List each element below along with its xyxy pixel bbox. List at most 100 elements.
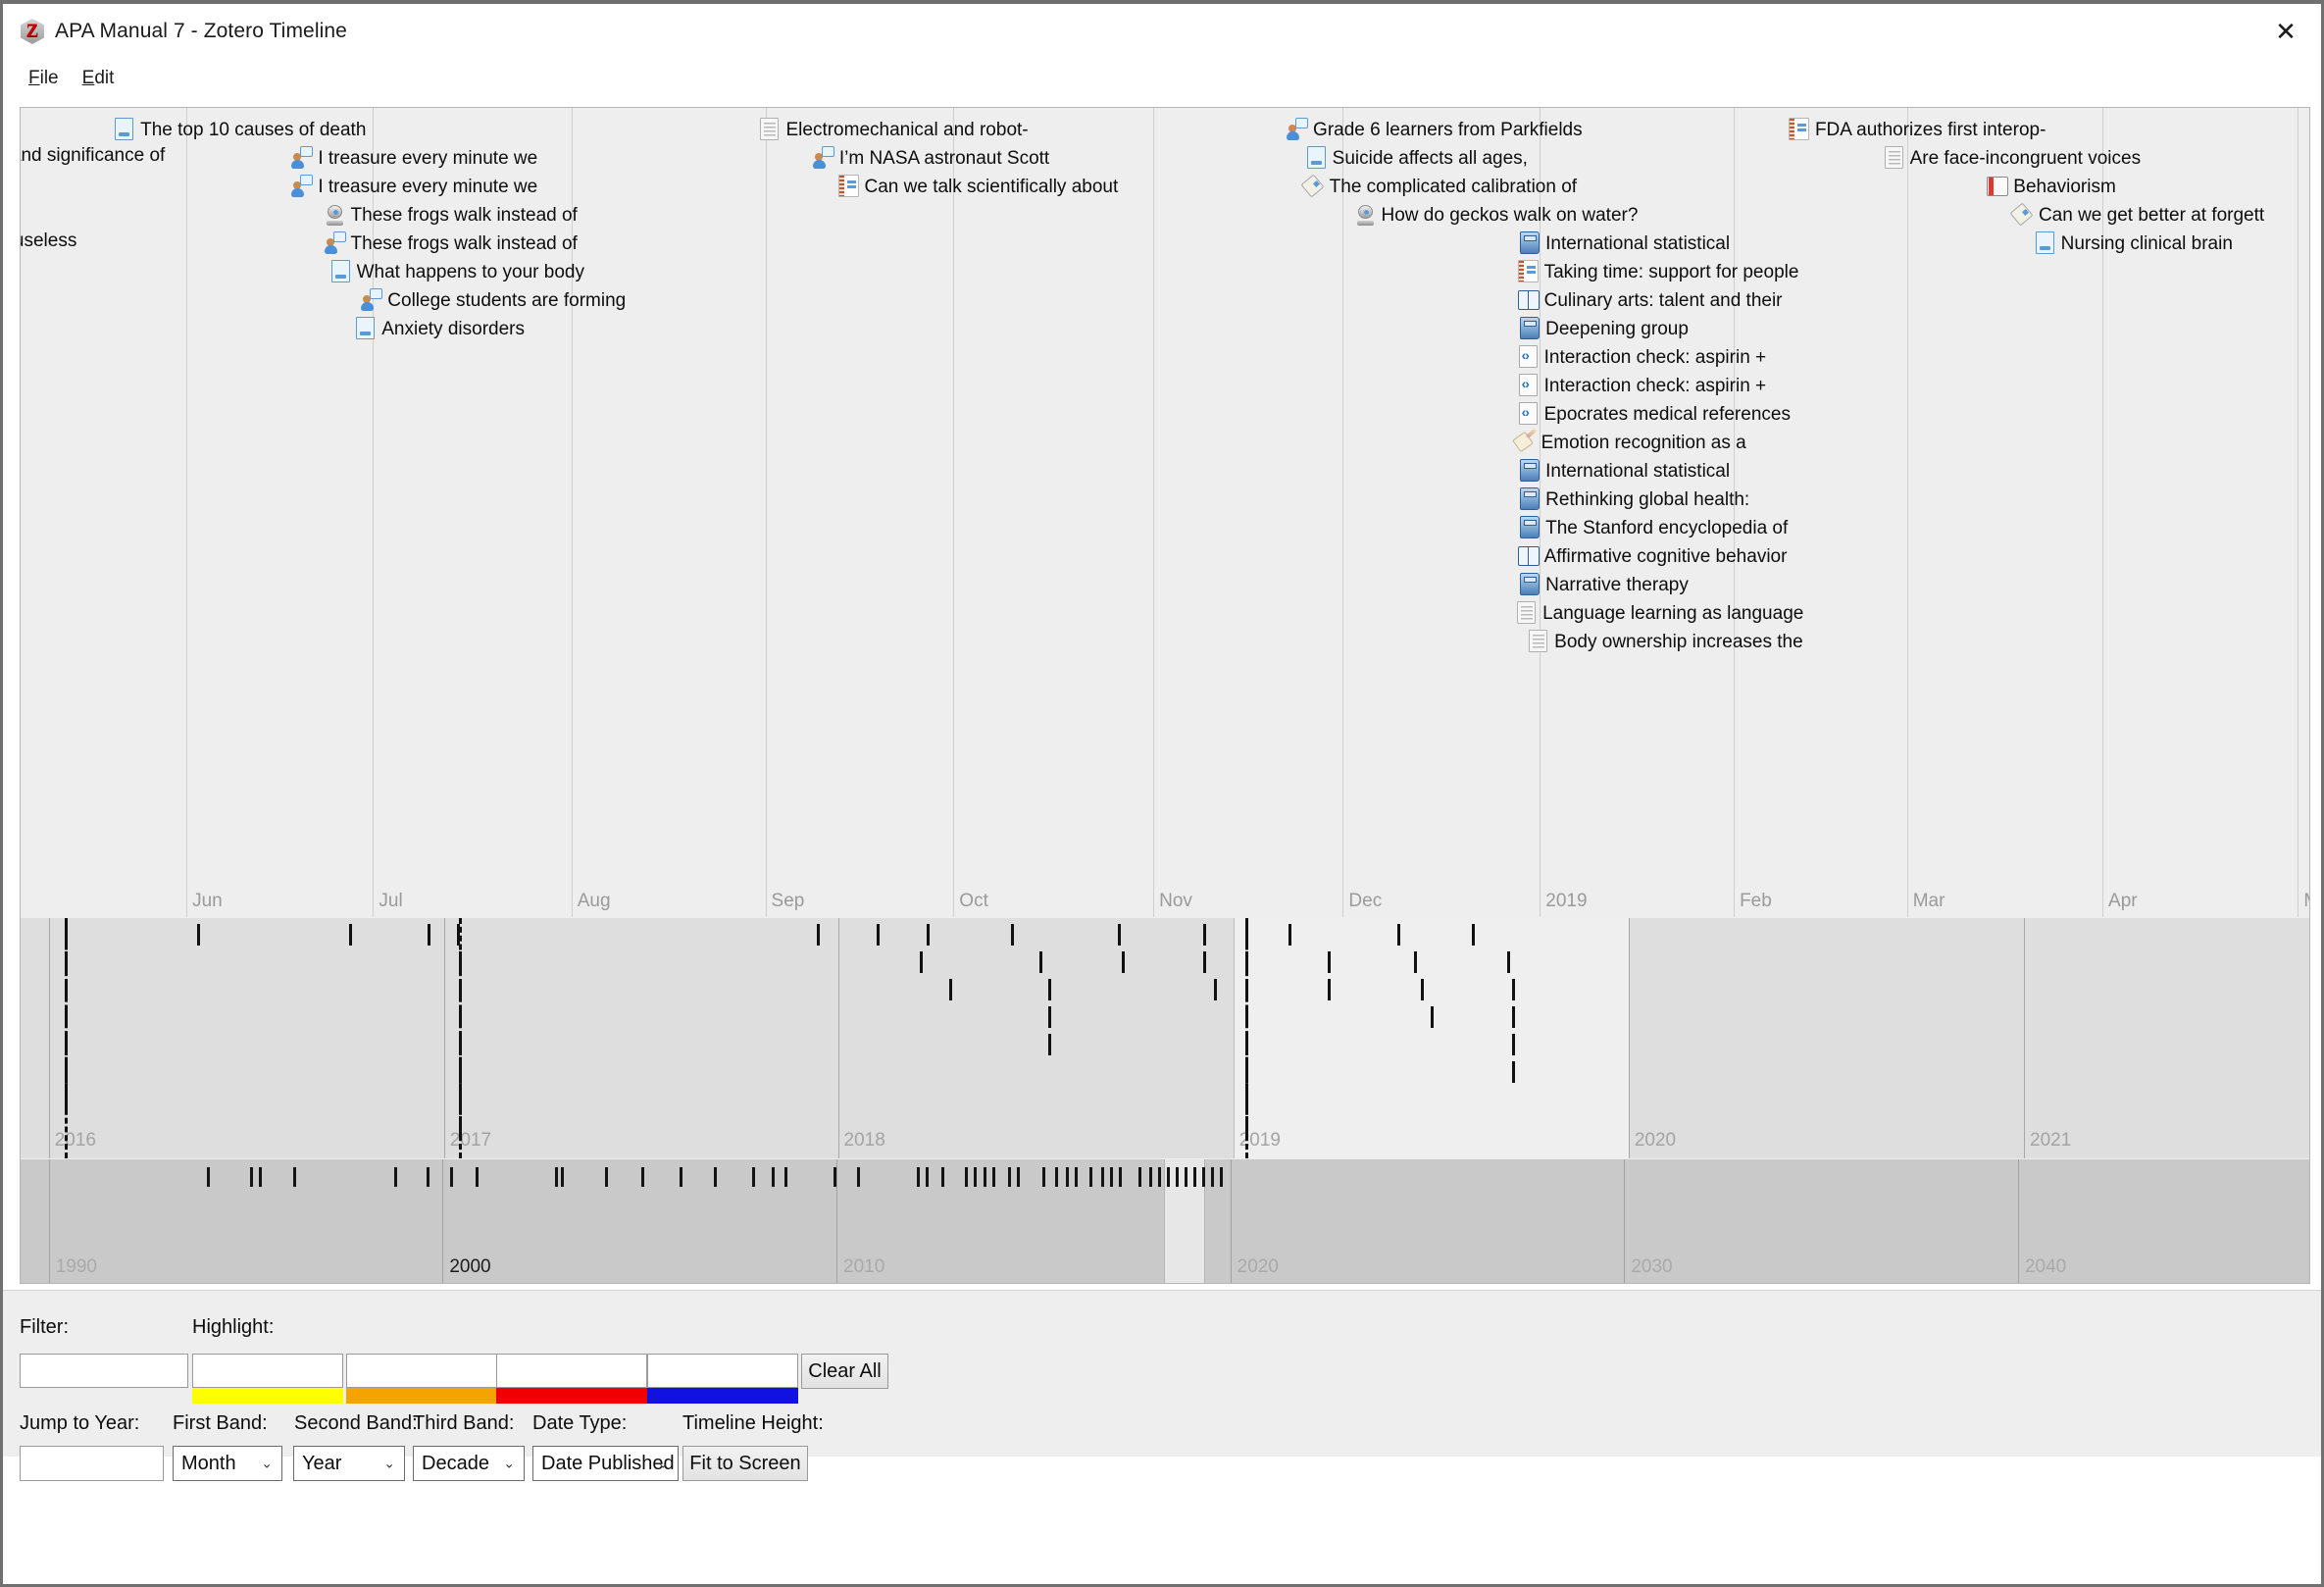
year-cell[interactable]: 2017 xyxy=(444,918,838,1158)
third-band-select[interactable]: Decade ⌄ xyxy=(413,1446,525,1481)
person-quote-icon xyxy=(813,146,834,170)
highlight-input-3[interactable] xyxy=(496,1354,647,1388)
timeline-band-month[interactable]: JunJulAugSepOctNovDec2019FebMarAprMaThe … xyxy=(21,108,2309,917)
timeline-event[interactable]: Suicide affects all ages, xyxy=(1306,146,1528,170)
month-gridline xyxy=(1540,108,1541,917)
year-cell[interactable]: 2020 xyxy=(1629,918,2024,1158)
year-cell[interactable]: 2018 xyxy=(838,918,1234,1158)
timeline-event[interactable]: I treasure every minute we xyxy=(291,146,537,170)
year-cell[interactable]: 2021 xyxy=(2024,918,2309,1158)
filter-input[interactable] xyxy=(20,1354,188,1388)
highlight-input-4[interactable] xyxy=(647,1354,798,1388)
event-tick xyxy=(476,1167,479,1187)
event-tick xyxy=(555,1167,558,1187)
highlight-field-3[interactable] xyxy=(496,1354,647,1404)
timeline-event[interactable]: The Stanford encyclopedia of xyxy=(1519,516,1788,539)
decade-cell[interactable]: 1990 xyxy=(49,1159,443,1284)
event-tick xyxy=(293,1167,296,1187)
timeline-event[interactable]: International statistical xyxy=(1519,231,1730,255)
timeline-event[interactable]: Language learning as language xyxy=(1516,601,1803,625)
event-tick xyxy=(974,1167,977,1187)
timeline-event-label: Epocrates medical references xyxy=(1544,405,1791,424)
third-band-value: Decade xyxy=(422,1453,489,1475)
timeline-event[interactable]: Culinary arts: talent and their xyxy=(1518,288,1783,312)
timeline-event[interactable]: The complicated calibration of xyxy=(1303,175,1577,198)
year-label: 2016 xyxy=(55,1130,96,1152)
event-tick xyxy=(394,1167,397,1187)
notebook-icon xyxy=(1518,260,1540,283)
document-code-icon xyxy=(1518,402,1540,426)
timeline-event[interactable]: Body ownership increases the xyxy=(1528,630,1802,653)
timeline-event[interactable]: Nursing clinical brain xyxy=(2035,231,2233,255)
timeline-event[interactable]: International statistical xyxy=(1519,459,1730,483)
decade-cell[interactable]: 2030 xyxy=(1624,1159,2018,1284)
timeline-event[interactable]: Emotion recognition as a xyxy=(1515,431,1746,454)
timeline-event[interactable]: Grade 6 learners from Parkfields xyxy=(1287,118,1583,141)
clear-all-button[interactable]: Clear All xyxy=(801,1354,888,1389)
event-tick xyxy=(427,1167,429,1187)
timeline-event-label: Behaviorism xyxy=(2013,178,2116,196)
timeline-event[interactable]: FDA authorizes first interop- xyxy=(1789,118,2046,141)
book-icon xyxy=(1519,573,1541,596)
conference-icon xyxy=(838,175,860,198)
highlight-input-1[interactable] xyxy=(192,1354,343,1388)
decade-cell[interactable]: 2040 xyxy=(2018,1159,2309,1284)
year-cell[interactable]: 2016 xyxy=(49,918,444,1158)
timeline-event[interactable]: Taking time: support for people xyxy=(1518,260,1799,283)
timeline-event[interactable]: College students are forming xyxy=(361,288,626,312)
highlight-field-1[interactable] xyxy=(192,1354,343,1404)
timeline-event-label: Deepening group xyxy=(1545,320,1689,338)
timeline-event[interactable]: The top 10 causes of death xyxy=(114,118,366,141)
decade-cell[interactable]: 2000 xyxy=(442,1159,836,1284)
fit-to-screen-button[interactable]: Fit to Screen xyxy=(682,1446,808,1481)
close-icon[interactable]: ✕ xyxy=(2250,4,2321,59)
jump-to-year-input[interactable] xyxy=(20,1446,164,1481)
timeline-event[interactable]: I treasure every minute we xyxy=(291,175,537,198)
timeline-event-label: Electromechanical and robot- xyxy=(785,121,1028,139)
highlight-input-2[interactable] xyxy=(346,1354,497,1388)
timeline-event[interactable]: Interaction check: aspirin + xyxy=(1518,374,1767,397)
timeline-event[interactable]: Rethinking global health: xyxy=(1519,487,1749,511)
timeline-event[interactable]: Can we talk scientifically about xyxy=(838,175,1119,198)
timeline-event[interactable]: Narrative therapy xyxy=(1519,573,1689,596)
document-blue-icon xyxy=(355,317,377,340)
menu-edit[interactable]: Edit xyxy=(71,66,126,91)
timeline-event[interactable]: Behaviorism xyxy=(1987,175,2116,198)
tag-icon xyxy=(2012,203,2034,227)
first-band-select[interactable]: Month ⌄ xyxy=(173,1446,282,1481)
timeline-event[interactable]: Epocrates medical references xyxy=(1518,402,1791,426)
timeline-event[interactable]: Deepening group xyxy=(1519,317,1689,340)
date-type-label: Date Type: xyxy=(532,1412,627,1435)
timeline-band-decade[interactable]: 19902000 2010 202020302040 xyxy=(21,1159,2309,1284)
second-band-select[interactable]: Year ⌄ xyxy=(293,1446,405,1481)
event-tick xyxy=(641,1167,644,1187)
event-tick xyxy=(1119,1167,1122,1187)
decade-cell[interactable]: 2020 xyxy=(1231,1159,1625,1284)
timeline-band-year[interactable]: 2016 20172018201920202021 xyxy=(21,918,2309,1158)
timeline-event[interactable]: I’m NASA astronaut Scott xyxy=(813,146,1049,170)
timeline-event[interactable]: and significance of xyxy=(21,146,165,165)
timeline-event[interactable]: How do geckos walk on water? xyxy=(1355,203,1639,227)
year-cell[interactable]: 2019 xyxy=(1234,918,1629,1158)
timeline-event[interactable]: Anxiety disorders xyxy=(355,317,525,340)
timeline-event[interactable]: Are face-incongruent voices xyxy=(1884,146,2142,170)
event-tick xyxy=(1055,1167,1058,1187)
timeline-panel[interactable]: JunJulAugSepOctNovDec2019FebMarAprMaThe … xyxy=(20,107,2310,1284)
timeline-event[interactable]: Affirmative cognitive behavior xyxy=(1518,544,1788,568)
decade-label: 2010 xyxy=(843,1256,884,1278)
event-tick xyxy=(965,1167,968,1187)
timeline-event-label: Body ownership increases the xyxy=(1554,633,1802,651)
timeline-event[interactable]: Electromechanical and robot- xyxy=(759,118,1028,141)
date-type-select[interactable]: Date Published ⌄ xyxy=(532,1446,679,1481)
timeline-event[interactable]: useless xyxy=(21,231,76,250)
highlight-field-2[interactable] xyxy=(346,1354,497,1404)
event-tick xyxy=(680,1167,682,1187)
timeline-event[interactable]: These frogs walk instead of xyxy=(325,231,578,255)
timeline-event[interactable]: These frogs walk instead of xyxy=(325,203,578,227)
menu-file[interactable]: File xyxy=(17,66,71,91)
highlight-field-4[interactable] xyxy=(647,1354,798,1404)
timeline-event[interactable]: What happens to your body xyxy=(330,260,584,283)
timeline-event[interactable]: Interaction check: aspirin + xyxy=(1518,345,1767,369)
document-grey-icon xyxy=(1516,601,1538,625)
timeline-event[interactable]: Can we get better at forgett xyxy=(2012,203,2264,227)
